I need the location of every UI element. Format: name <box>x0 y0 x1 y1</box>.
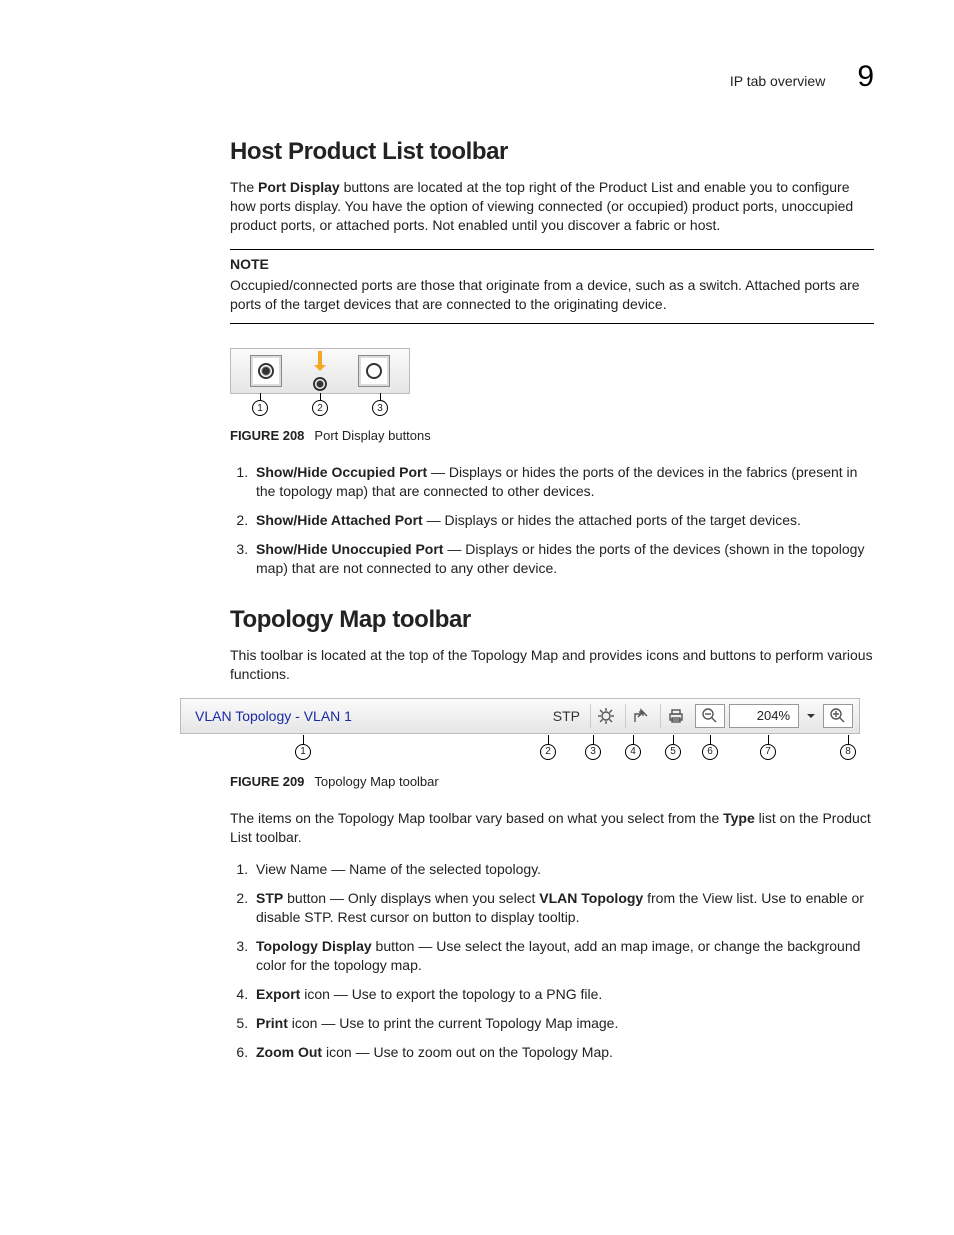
note-body: Occupied/connected ports are those that … <box>230 276 874 314</box>
item-bold: Show/Hide Attached Port <box>256 512 423 528</box>
item-rest: icon — Use to zoom out on the Topology M… <box>322 1044 613 1060</box>
callout-7: 7 <box>760 744 776 760</box>
list-item: Show/Hide Unoccupied Port — Displays or … <box>252 540 874 578</box>
zoom-in-button[interactable] <box>823 704 853 728</box>
text: The items on the Topology Map toolbar va… <box>230 810 723 826</box>
note-rule-bottom <box>230 323 874 324</box>
list-item: View Name — Name of the selected topolog… <box>252 860 874 879</box>
list-item: Topology Display button — Use select the… <box>252 937 874 975</box>
zoom-out-icon <box>701 707 719 725</box>
figure-209-caption: FIGURE 209 Topology Map toolbar <box>230 774 874 789</box>
item-rest: button — Only displays when you select <box>283 890 539 906</box>
item-bold: Topology Display <box>256 938 372 954</box>
export-button[interactable] <box>625 704 656 728</box>
zoom-dropdown-button[interactable] <box>803 705 819 727</box>
zoom-in-icon <box>829 707 847 725</box>
unoccupied-port-icon <box>366 363 382 379</box>
port-display-toolbar <box>230 348 410 394</box>
fig208-title: Port Display buttons <box>314 428 430 443</box>
item-bold2: VLAN Topology <box>539 890 643 906</box>
item-bold: Print <box>256 1015 288 1031</box>
item-rest: icon — Use to print the current Topology… <box>288 1015 618 1031</box>
type-bold: Type <box>723 810 755 826</box>
list-item: Zoom Out icon — Use to zoom out on the T… <box>252 1043 874 1062</box>
occupied-port-icon <box>258 363 274 379</box>
text: The <box>230 179 258 195</box>
fig209-number: FIGURE 209 <box>230 774 304 789</box>
figure-208: 1 2 3 <box>230 348 410 416</box>
header-section-label: IP tab overview <box>730 73 825 89</box>
item-rest: icon — Use to export the topology to a P… <box>300 986 602 1002</box>
item-rest: — Displays or hides the attached ports o… <box>423 512 801 528</box>
callout-2: 2 <box>312 400 328 416</box>
list-item: Show/Hide Attached Port — Displays or hi… <box>252 511 874 530</box>
section2-intro: This toolbar is located at the top of th… <box>230 646 874 684</box>
callout-3: 3 <box>372 400 388 416</box>
callout-1: 1 <box>252 400 268 416</box>
item-bold: Show/Hide Occupied Port <box>256 464 427 480</box>
zoom-out-button[interactable] <box>695 704 725 728</box>
list-item: STP button — Only displays when you sele… <box>252 889 874 927</box>
callout-3: 3 <box>585 744 601 760</box>
list-item: Export icon — Use to export the topology… <box>252 985 874 1004</box>
item-bold: Show/Hide Unoccupied Port <box>256 541 443 557</box>
note-rule-top <box>230 249 874 250</box>
callout-8: 8 <box>840 744 856 760</box>
show-hide-attached-port-button[interactable] <box>313 351 327 391</box>
section1-intro: The Port Display buttons are located at … <box>230 178 874 235</box>
fig209-title: Topology Map toolbar <box>314 774 438 789</box>
print-icon <box>667 707 685 725</box>
arrow-down-icon <box>318 351 322 365</box>
stp-button[interactable]: STP <box>547 708 586 724</box>
view-name-label: VLAN Topology - VLAN 1 <box>187 708 360 724</box>
item-bold: Zoom Out <box>256 1044 322 1060</box>
figure-209: VLAN Topology - VLAN 1 STP 204% <box>180 698 860 762</box>
section2-para: The items on the Topology Map toolbar va… <box>230 809 874 847</box>
show-hide-unoccupied-port-button[interactable] <box>358 355 390 387</box>
callout-4: 4 <box>625 744 641 760</box>
print-button[interactable] <box>660 704 691 728</box>
item-text: View Name — Name of the selected topolog… <box>256 861 541 877</box>
figure-208-caption: FIGURE 208 Port Display buttons <box>230 428 874 443</box>
callout-5: 5 <box>665 744 681 760</box>
topology-display-button[interactable] <box>590 704 621 728</box>
callout-2: 2 <box>540 744 556 760</box>
item-bold: STP <box>256 890 283 906</box>
list-item: Print icon — Use to print the current To… <box>252 1014 874 1033</box>
show-hide-occupied-port-button[interactable] <box>250 355 282 387</box>
list-item: Show/Hide Occupied Port — Displays or hi… <box>252 463 874 501</box>
callout-6: 6 <box>702 744 718 760</box>
fig208-number: FIGURE 208 <box>230 428 304 443</box>
section1-list: Show/Hide Occupied Port — Displays or hi… <box>230 463 874 577</box>
topology-map-toolbar: VLAN Topology - VLAN 1 STP 204% <box>180 698 860 734</box>
port-display-bold: Port Display <box>258 179 340 195</box>
document-page: IP tab overview 9 Host Product List tool… <box>0 0 954 1235</box>
item-bold: Export <box>256 986 300 1002</box>
export-icon <box>632 707 650 725</box>
note-label: NOTE <box>230 256 874 272</box>
page-header: IP tab overview 9 <box>230 60 874 94</box>
attached-port-icon <box>313 377 327 391</box>
section2-list: View Name — Name of the selected topolog… <box>230 860 874 1061</box>
callout-1: 1 <box>295 744 311 760</box>
gear-icon <box>597 707 615 725</box>
section1-title: Host Product List toolbar <box>230 138 874 166</box>
zoom-value-field[interactable]: 204% <box>729 704 799 728</box>
header-chapter-number: 9 <box>857 60 874 94</box>
section2-title: Topology Map toolbar <box>230 606 874 634</box>
